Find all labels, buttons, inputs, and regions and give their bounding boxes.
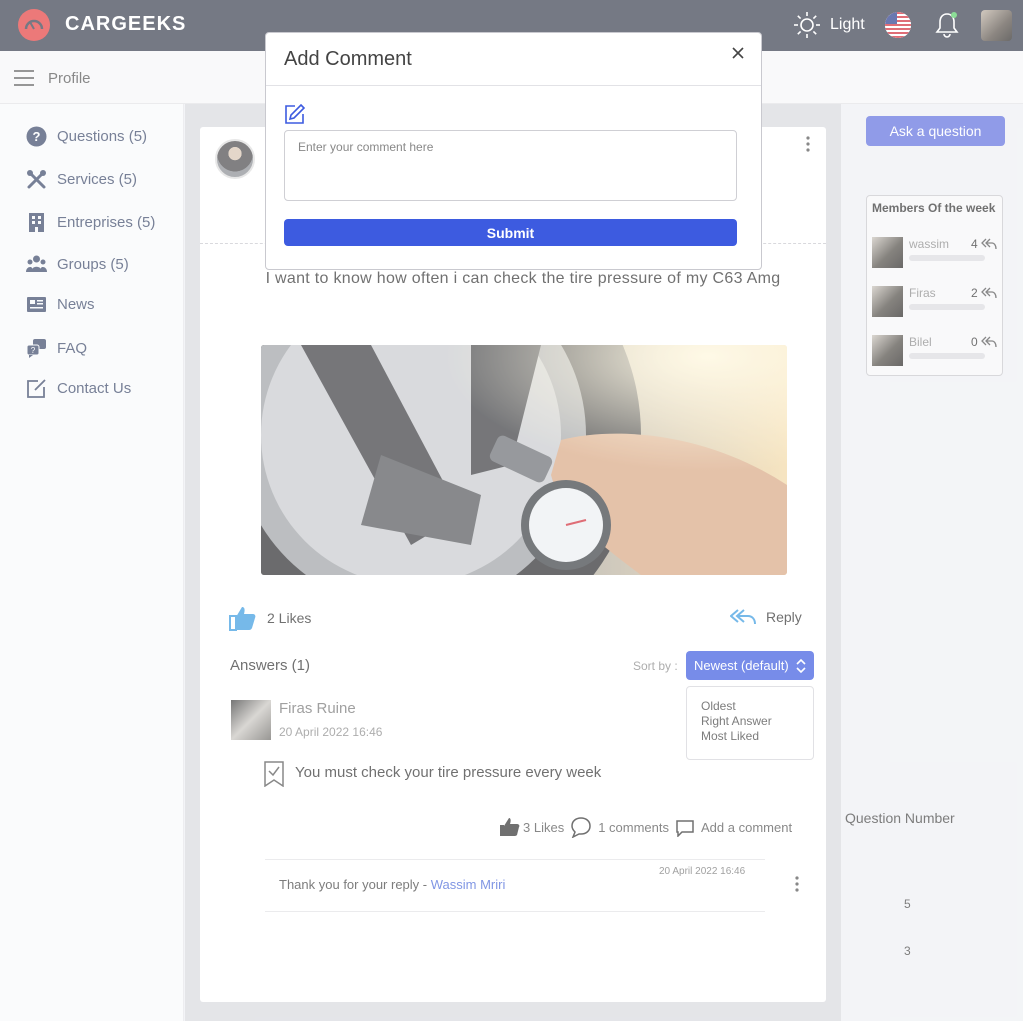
- submit-button[interactable]: Submit: [284, 219, 737, 246]
- modal-title: Add Comment: [284, 48, 412, 70]
- comment-textarea[interactable]: [284, 130, 737, 201]
- close-icon[interactable]: [731, 46, 745, 65]
- edit-icon: [284, 103, 306, 130]
- divider: [266, 85, 761, 86]
